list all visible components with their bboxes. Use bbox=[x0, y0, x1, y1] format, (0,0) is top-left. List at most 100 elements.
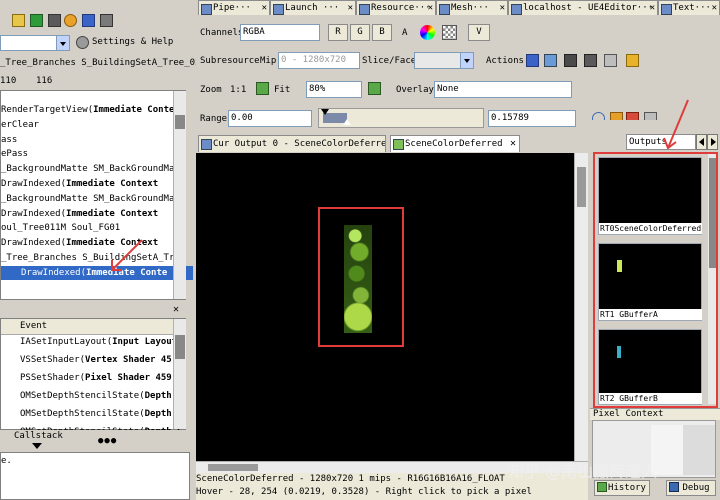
alpha-channel-toggle[interactable]: A bbox=[402, 28, 407, 38]
overlay-select[interactable]: None bbox=[434, 81, 572, 98]
outputs-prev-arrow[interactable] bbox=[696, 134, 707, 150]
row-text-bold: Immediate Context bbox=[66, 208, 159, 219]
top-tab-4[interactable]: localhost - UE4Editor··· ✕ bbox=[508, 0, 658, 15]
api-panel-header-bar: ✕ bbox=[0, 302, 190, 318]
pin-icon[interactable] bbox=[604, 54, 617, 67]
checkerboard-icon[interactable] bbox=[442, 25, 457, 40]
fit-button[interactable]: Fit bbox=[274, 85, 290, 95]
more-icon[interactable]: ●●● bbox=[98, 436, 117, 446]
scrollbar-thumb[interactable] bbox=[208, 464, 258, 471]
api-event-row[interactable]: OMSetDepthStencilState(Depth-S bbox=[1, 407, 192, 422]
view-icon[interactable] bbox=[564, 54, 577, 67]
folder-icon[interactable] bbox=[12, 14, 25, 27]
viewport-vertical-scrollbar[interactable] bbox=[574, 153, 588, 461]
row-text: OMSetDepthStencilState( bbox=[20, 391, 145, 401]
event-tree-item[interactable]: _BackgroundMatte SM_BackGroundMatte bbox=[1, 192, 173, 207]
star-icon[interactable] bbox=[626, 54, 639, 67]
top-tab-1[interactable]: Launch ··· ✕ bbox=[270, 0, 356, 15]
blue-channel-toggle[interactable]: B bbox=[372, 24, 392, 41]
event-tree-item[interactable]: DrawIndexed(Immediate Context bbox=[1, 177, 173, 192]
api-event-row[interactable]: VSSetShader(Vertex Shader 45 bbox=[1, 353, 192, 368]
tab-icon bbox=[439, 4, 450, 15]
close-icon[interactable]: ✕ bbox=[650, 1, 655, 15]
color-wheel-icon[interactable] bbox=[420, 25, 435, 40]
gear-icon[interactable] bbox=[64, 14, 77, 27]
close-icon[interactable]: ✕ bbox=[500, 1, 505, 15]
api-event-row[interactable]: IASetInputLayout(Input Layout bbox=[1, 335, 192, 350]
event-tree-scrollbar[interactable] bbox=[173, 91, 186, 299]
binoculars-icon[interactable] bbox=[584, 54, 597, 67]
range-min-handle[interactable] bbox=[321, 109, 329, 115]
red-channel-toggle[interactable]: R bbox=[328, 24, 348, 41]
tab-scene-color[interactable]: SceneColorDeferred bbox=[390, 135, 520, 152]
top-tab-5[interactable]: Text··· ✕ bbox=[658, 0, 720, 15]
event-tree-item[interactable]: RenderTargetView(Immediate Conte bbox=[1, 103, 173, 118]
debug-button[interactable]: Debug bbox=[666, 480, 716, 496]
save-icon[interactable] bbox=[526, 54, 539, 67]
close-icon[interactable]: ✕ bbox=[170, 304, 182, 316]
zoom-one-to-one-button[interactable]: 1:1 bbox=[230, 85, 246, 95]
settings-help-label[interactable]: Settings & Help bbox=[92, 37, 173, 47]
row-text: DrawIndexed( bbox=[1, 208, 67, 219]
range-slider[interactable] bbox=[318, 108, 484, 128]
scrollbar-thumb[interactable] bbox=[577, 167, 586, 207]
scrollbar-thumb[interactable] bbox=[175, 115, 185, 129]
scrollbar-thumb[interactable] bbox=[175, 335, 185, 359]
history-button[interactable]: History bbox=[594, 480, 650, 496]
range-max-input[interactable]: 0.15789 bbox=[488, 110, 576, 127]
callstack-label[interactable]: Callstack bbox=[14, 431, 63, 441]
event-tree-item[interactable]: DrawIndexed(Immediate Conte bbox=[1, 265, 193, 281]
event-tree-item[interactable]: DrawIndexed(Immediate Context bbox=[1, 236, 173, 251]
tab-icon bbox=[359, 4, 370, 15]
event-tree-item[interactable]: _BackgroundMatte SM_BackGroundMatte bbox=[1, 162, 173, 177]
camera-icon[interactable] bbox=[100, 14, 113, 27]
view-tab-bar: Cur Output 0 - SceneColorDeferred SceneC… bbox=[196, 135, 588, 152]
top-tab-label: Launch ··· bbox=[285, 3, 340, 13]
slice-face-select[interactable] bbox=[414, 52, 474, 69]
goto-icon[interactable] bbox=[544, 54, 557, 67]
flip-icon[interactable] bbox=[368, 82, 381, 95]
top-tab-0[interactable]: Pipe··· ✕ bbox=[198, 0, 270, 15]
api-event-row[interactable]: OMSetDepthStencilState(Depth-S bbox=[1, 389, 192, 404]
close-icon[interactable]: ✕ bbox=[712, 1, 717, 15]
close-icon[interactable]: ✕ bbox=[262, 1, 267, 15]
api-events-scrollbar[interactable] bbox=[173, 319, 186, 429]
tab-icon bbox=[511, 4, 522, 15]
top-tab-2[interactable]: Resource··· ✕ bbox=[356, 0, 436, 15]
top-tab-3[interactable]: Mesh··· ✕ bbox=[436, 0, 508, 15]
close-icon[interactable]: ✕ bbox=[348, 1, 353, 15]
event-tree-item[interactable]: DrawIndexed(Immediate Context bbox=[1, 207, 173, 222]
event-filter-combo[interactable] bbox=[0, 35, 70, 51]
api-events-panel: Event IASetInputLayout(Input Layout VSSet… bbox=[0, 318, 186, 437]
mip-select[interactable]: 0 - 1280x720 bbox=[278, 52, 360, 69]
range-max-handle[interactable] bbox=[343, 119, 351, 125]
event-tree-item[interactable]: oul_Tree011M Soul_FG01 bbox=[1, 221, 173, 236]
tab-cur-output[interactable]: Cur Output 0 - SceneColorDeferred bbox=[198, 135, 386, 152]
save-icon[interactable] bbox=[82, 14, 95, 27]
dots-icon[interactable] bbox=[48, 14, 61, 27]
api-event-row[interactable]: PSSetShader(Pixel Shader 459 bbox=[1, 371, 192, 386]
event-tree-item[interactable]: ePass bbox=[1, 147, 173, 162]
pixel-context-header: Pixel Context bbox=[590, 408, 720, 420]
fit-icon[interactable] bbox=[256, 82, 269, 95]
outputs-next-arrow[interactable] bbox=[707, 134, 718, 150]
texture-icon bbox=[201, 139, 212, 150]
row-text: ass bbox=[1, 134, 18, 145]
callstack-arrow-icon[interactable] bbox=[32, 443, 42, 449]
v-toggle[interactable]: V bbox=[468, 24, 490, 41]
settings-icon[interactable] bbox=[76, 36, 89, 49]
close-icon[interactable]: ✕ bbox=[428, 1, 433, 15]
range-min-input[interactable]: 0.00 bbox=[228, 110, 312, 127]
grid-icon[interactable] bbox=[30, 14, 43, 27]
outputs-tab[interactable]: Outputs bbox=[626, 134, 696, 150]
event-tree-item[interactable]: _Tree_Branches S_BuildingSetA_Tree_ bbox=[1, 251, 173, 266]
event-tree-item[interactable]: erClear bbox=[1, 118, 173, 133]
column-b-value: 116 bbox=[36, 76, 53, 86]
close-tab-icon[interactable]: ✕ bbox=[510, 138, 516, 149]
event-tree-item[interactable]: ass bbox=[1, 133, 173, 148]
channels-select[interactable]: RGBA bbox=[240, 24, 320, 41]
green-channel-toggle[interactable]: G bbox=[350, 24, 370, 41]
callstack-bar: Callstack ●●● bbox=[0, 430, 190, 452]
zoom-select[interactable]: 80% bbox=[306, 81, 362, 98]
overlay-label: Overlay bbox=[396, 85, 434, 95]
